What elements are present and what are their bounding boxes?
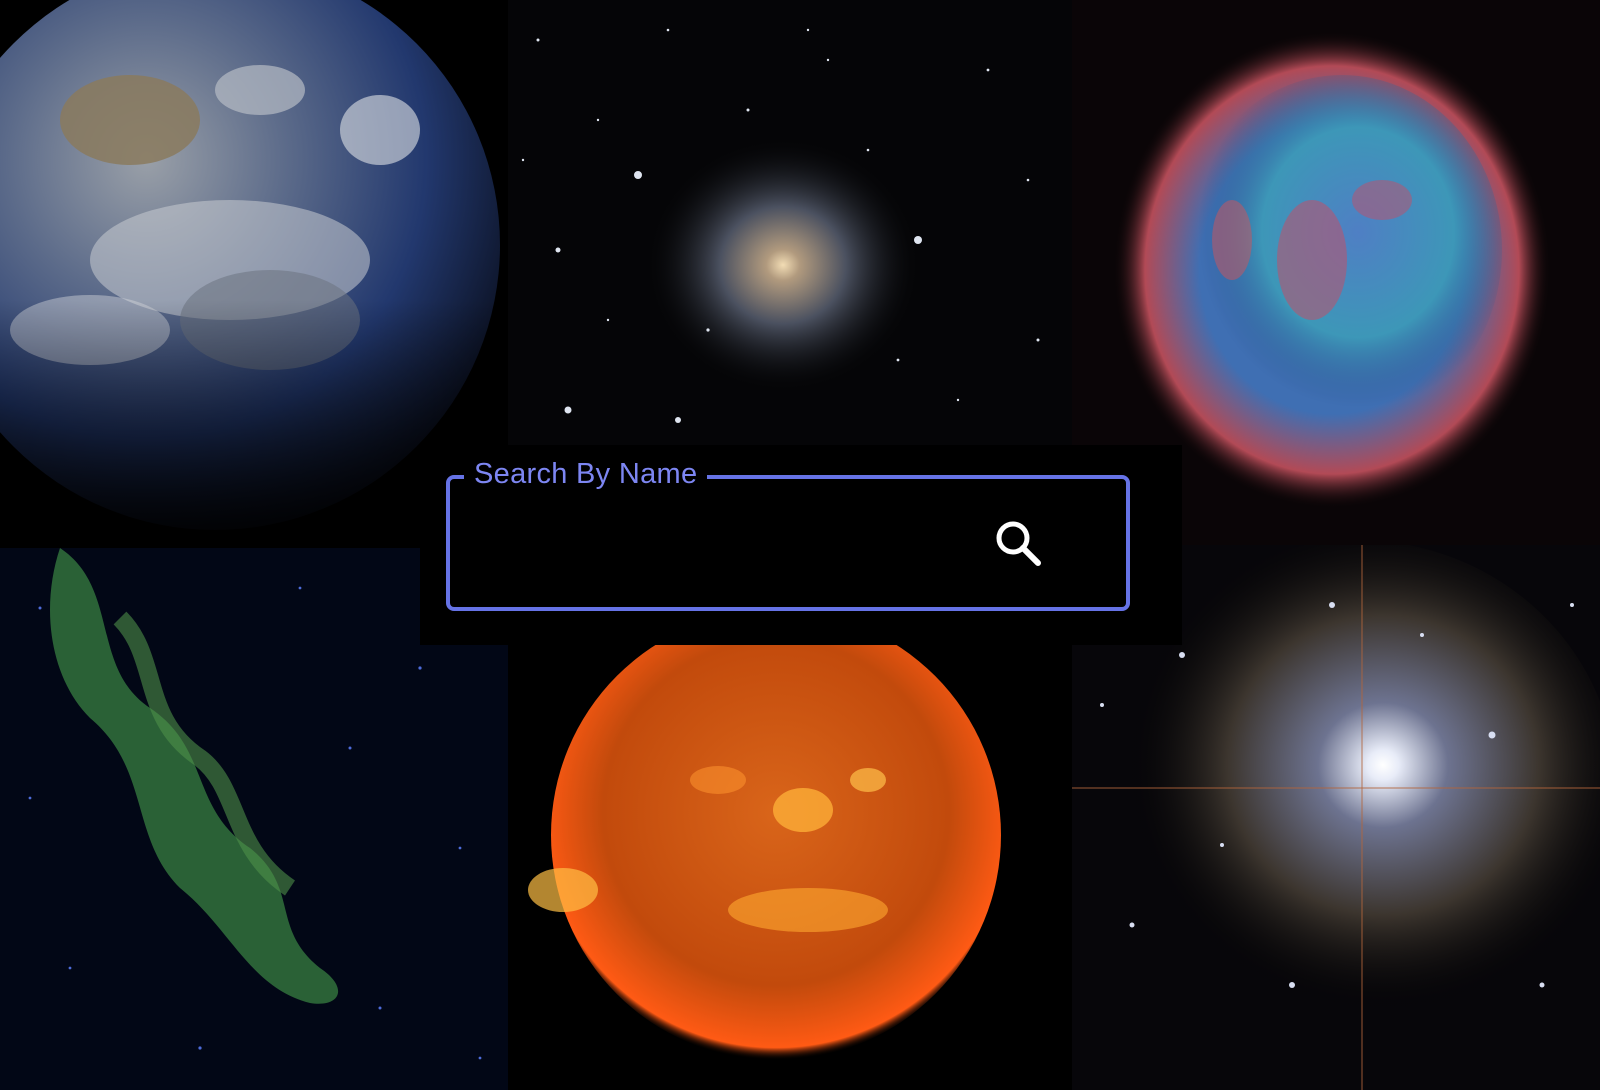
search-icon <box>996 521 1041 566</box>
search-button[interactable] <box>990 515 1048 573</box>
search-field <box>446 475 1130 611</box>
search-input[interactable] <box>480 525 964 567</box>
sun-image <box>508 640 1072 1090</box>
space-gallery-page: Search By Name <box>0 0 1600 1090</box>
search-label: Search By Name <box>464 455 708 493</box>
search-panel: Search By Name <box>420 445 1182 645</box>
spiral-galaxy-image <box>508 0 1072 445</box>
